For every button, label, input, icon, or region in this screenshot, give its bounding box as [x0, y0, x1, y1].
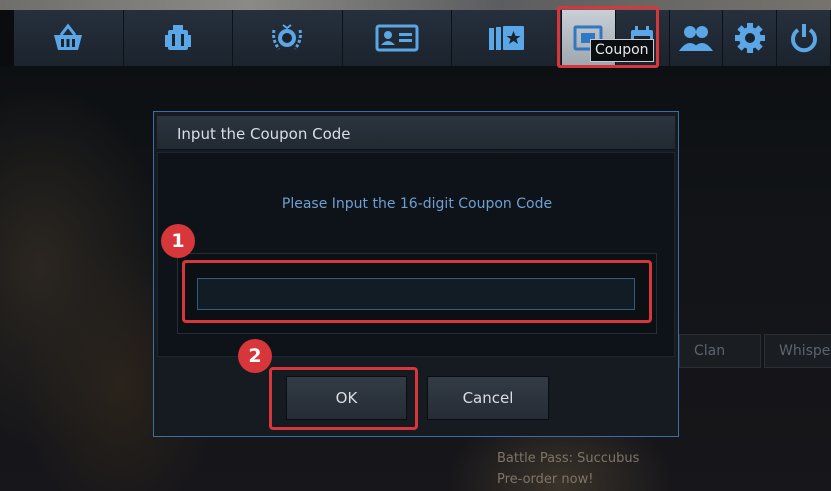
- inventory-button[interactable]: [123, 10, 234, 66]
- highlight-coupon-input: [182, 260, 652, 323]
- emblem-icon: [272, 24, 303, 50]
- power-icon: [790, 24, 817, 53]
- profile-button[interactable]: [342, 10, 453, 66]
- cancel-button[interactable]: Cancel: [427, 376, 549, 420]
- dialog-title: Input the Coupon Code: [177, 125, 351, 143]
- inventory-icon: [164, 25, 191, 50]
- step-badge-2: 2: [238, 339, 272, 373]
- highlight-coupon-button: [557, 6, 659, 68]
- promo-line: Pre-order now!: [497, 472, 594, 487]
- background-top-strip: [0, 0, 831, 10]
- power-button[interactable]: [777, 10, 831, 66]
- settings-icon: [734, 23, 765, 53]
- profile-card-icon: [375, 24, 419, 52]
- friends-icon: [678, 26, 713, 51]
- top-toolbar: [14, 10, 831, 66]
- settings-button[interactable]: [723, 10, 778, 66]
- coupon-dialog: Input the Coupon Code Please Input the 1…: [153, 111, 679, 437]
- friends-button[interactable]: [669, 10, 724, 66]
- basket-icon: [54, 23, 83, 50]
- dialog-header: Input the Coupon Code: [157, 116, 675, 150]
- highlight-ok-button: [269, 367, 418, 430]
- coupon-prompt: Please Input the 16-digit Coupon Code: [281, 196, 553, 212]
- tab-whisper[interactable]: Whisper: [764, 334, 831, 368]
- tab-clan[interactable]: Clan: [679, 334, 761, 368]
- shop-button[interactable]: [14, 10, 124, 66]
- step-badge-1: 1: [161, 224, 195, 258]
- cards-button[interactable]: [452, 10, 562, 66]
- emblem-button[interactable]: [233, 10, 343, 66]
- cards-icon: [488, 26, 524, 50]
- promo-line: Battle Pass: Succubus: [497, 451, 640, 466]
